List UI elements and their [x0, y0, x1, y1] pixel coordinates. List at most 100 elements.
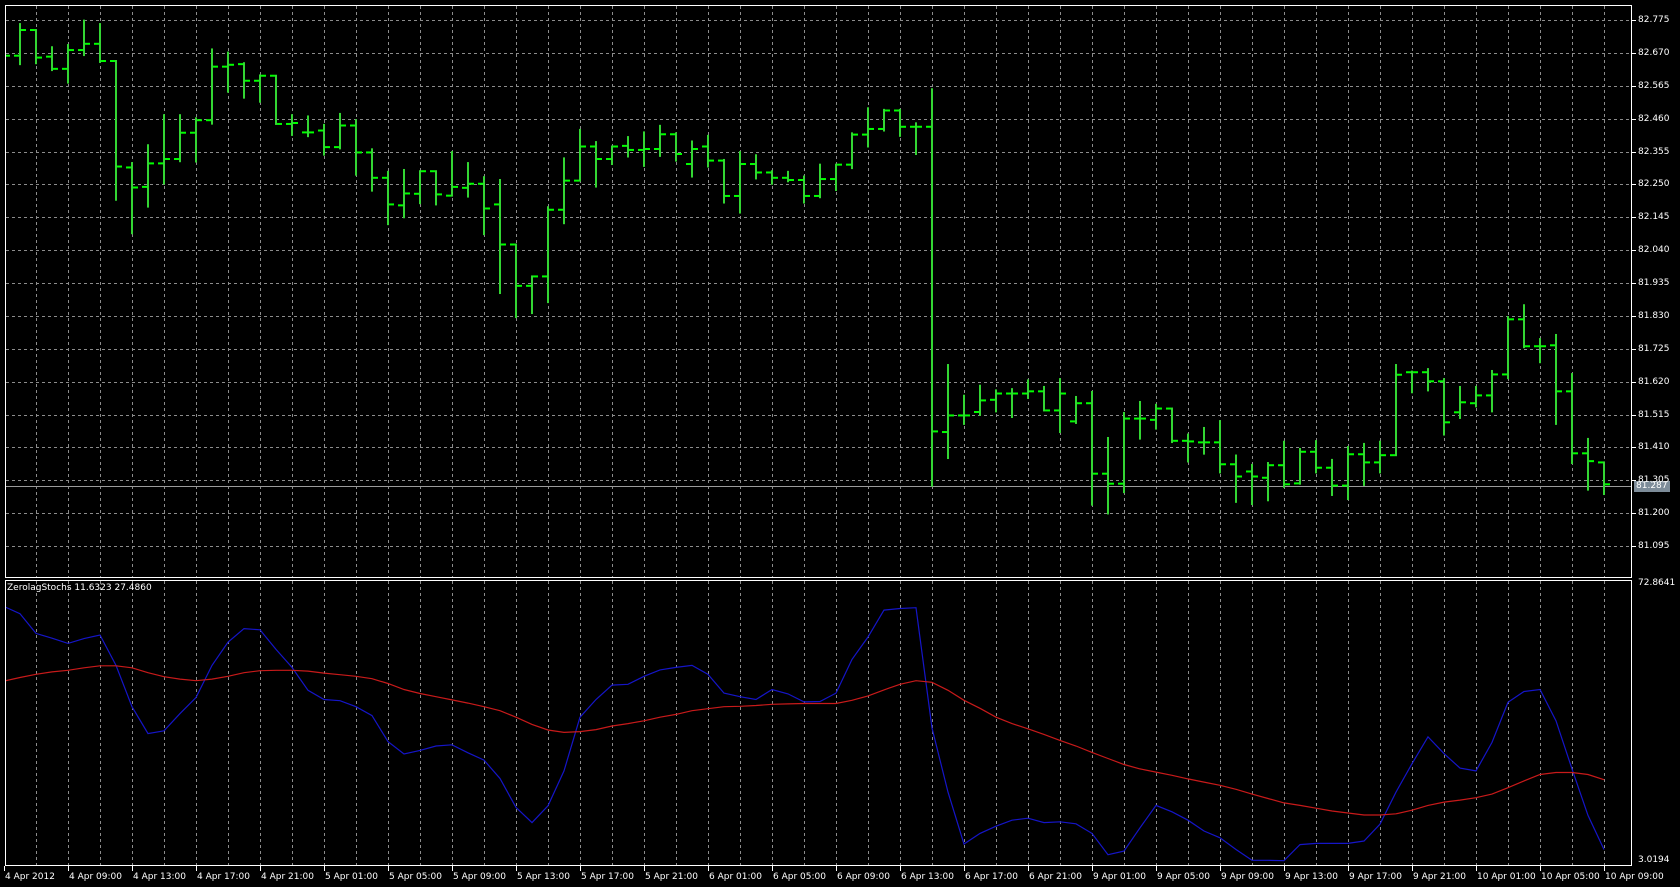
ohlc-bar — [1054, 378, 1066, 434]
ohlc-bar — [622, 136, 634, 158]
ohlc-bar — [446, 151, 458, 197]
ohlc-bar — [1502, 316, 1514, 380]
time-axis-label: 5 Apr 13:00 — [517, 872, 570, 882]
price-axis-label: 82.460 — [1638, 113, 1670, 124]
ohlc-bar — [558, 157, 570, 225]
time-axis-label: 5 Apr 17:00 — [581, 872, 634, 882]
ohlc-bar — [526, 275, 538, 315]
ohlc-bar — [718, 158, 730, 204]
ohlc-bar — [190, 117, 202, 163]
time-axis-label: 9 Apr 13:00 — [1285, 872, 1338, 882]
ohlc-bar — [158, 114, 170, 185]
ohlc-bar — [766, 170, 778, 185]
main-pane-frame — [5, 5, 1632, 578]
ohlc-bar — [414, 170, 426, 205]
ohlc-bar — [334, 112, 346, 150]
ohlc-bar — [1470, 385, 1482, 408]
ohlc-bar — [1390, 364, 1402, 457]
ohlc-bar — [1150, 403, 1162, 430]
price-axis-label: 82.565 — [1638, 80, 1670, 91]
ohlc-bar — [542, 206, 554, 304]
time-axis-label: 5 Apr 09:00 — [453, 872, 506, 882]
ohlc-bar — [302, 115, 314, 138]
ohlc-bar — [1182, 433, 1194, 463]
price-axis-label: 82.775 — [1638, 14, 1670, 25]
ohlc-bar — [1534, 338, 1546, 364]
ohlc-bar — [782, 170, 794, 183]
ohlc-bar — [1006, 388, 1018, 419]
time-axis-label: 5 Apr 01:00 — [325, 872, 378, 882]
ohlc-bar — [238, 62, 250, 99]
ohlc-bar — [638, 131, 650, 167]
time-axis-label: 9 Apr 01:00 — [1093, 872, 1146, 882]
main-grid — [6, 6, 1631, 577]
ohlc-bar — [1246, 463, 1258, 506]
time-axis-label: 10 Apr 09:00 — [1605, 872, 1664, 882]
time-axis-label: 4 Apr 17:00 — [197, 872, 250, 882]
price-axis-label: 82.040 — [1638, 244, 1670, 255]
ohlc-bar — [366, 148, 378, 192]
ohlc-bar — [286, 114, 298, 136]
ohlc-bar — [14, 23, 26, 66]
ohlc-bar — [254, 74, 266, 103]
price-axis-label: 81.620 — [1638, 376, 1670, 387]
ohlc-bar — [942, 364, 954, 460]
ohlc-bar — [734, 151, 746, 214]
ohlc-bar — [750, 154, 762, 180]
ohlc-bar — [798, 175, 810, 204]
chart-canvas[interactable] — [0, 0, 1680, 887]
ohlc-bar — [1342, 446, 1354, 501]
ohlc-bar — [926, 88, 938, 487]
ohlc-bar — [94, 23, 106, 63]
time-axis-label: 4 Apr 09:00 — [69, 872, 122, 882]
indicator-axis-min: 3.0194 — [1638, 855, 1670, 865]
ohlc-bar — [126, 162, 138, 235]
ohlc-bar — [894, 108, 906, 137]
time-axis-label: 6 Apr 17:00 — [965, 872, 1018, 882]
ohlc-bar — [46, 46, 58, 72]
ohlc-bar — [510, 243, 522, 319]
indicator-grid — [36, 581, 1605, 865]
ohlc-bar — [430, 170, 442, 206]
ohlc-bar — [1518, 304, 1530, 349]
price-axis-label: 81.095 — [1638, 540, 1670, 551]
indicator-pane-frame — [5, 580, 1632, 866]
ohlc-bar — [1262, 462, 1274, 502]
price-axis-label: 82.250 — [1638, 178, 1670, 189]
ohlc-bar — [686, 140, 698, 178]
ohlc-bar — [1214, 420, 1226, 474]
time-axis-label: 6 Apr 05:00 — [773, 872, 826, 882]
ohlc-bar — [174, 114, 186, 163]
ohlc-bar — [1374, 440, 1386, 474]
ohlc-bar — [1486, 369, 1498, 413]
ohlc-bar — [1310, 440, 1322, 474]
ohlc-bar — [494, 178, 506, 295]
ohlc-bar — [1598, 461, 1610, 496]
time-axis-label: 4 Apr 21:00 — [261, 872, 314, 882]
ohlc-bar — [398, 168, 410, 219]
price-axis-label: 81.830 — [1638, 310, 1670, 321]
ohlc-bar — [62, 44, 74, 84]
time-axis-label: 9 Apr 21:00 — [1413, 872, 1466, 882]
axis-ticks — [4, 20, 1636, 871]
indicator-axis-max: 72.8641 — [1638, 578, 1676, 588]
time-axis-label: 9 Apr 05:00 — [1157, 872, 1210, 882]
time-axis-label: 10 Apr 01:00 — [1477, 872, 1536, 882]
ohlc-bar — [270, 74, 282, 125]
ohlc-bar — [1550, 333, 1562, 425]
ohlc-bar — [702, 134, 714, 168]
price-axis-label: 82.355 — [1638, 146, 1670, 157]
price-axis-label: 81.935 — [1638, 277, 1670, 288]
time-axis-label: 6 Apr 01:00 — [709, 872, 762, 882]
ohlc-bar — [1198, 426, 1210, 455]
price-axis-label: 81.725 — [1638, 343, 1670, 354]
ohlc-bar — [1358, 442, 1370, 486]
ohlc-bar — [350, 119, 362, 176]
ohlc-bar — [670, 132, 682, 162]
ohlc-bar — [574, 128, 586, 182]
ohlc-bar — [1134, 400, 1146, 440]
price-axis-label: 81.515 — [1638, 409, 1670, 420]
ohlc-bar — [1038, 385, 1050, 412]
ohlc-bar — [878, 108, 890, 132]
ohlc-bar — [846, 132, 858, 170]
